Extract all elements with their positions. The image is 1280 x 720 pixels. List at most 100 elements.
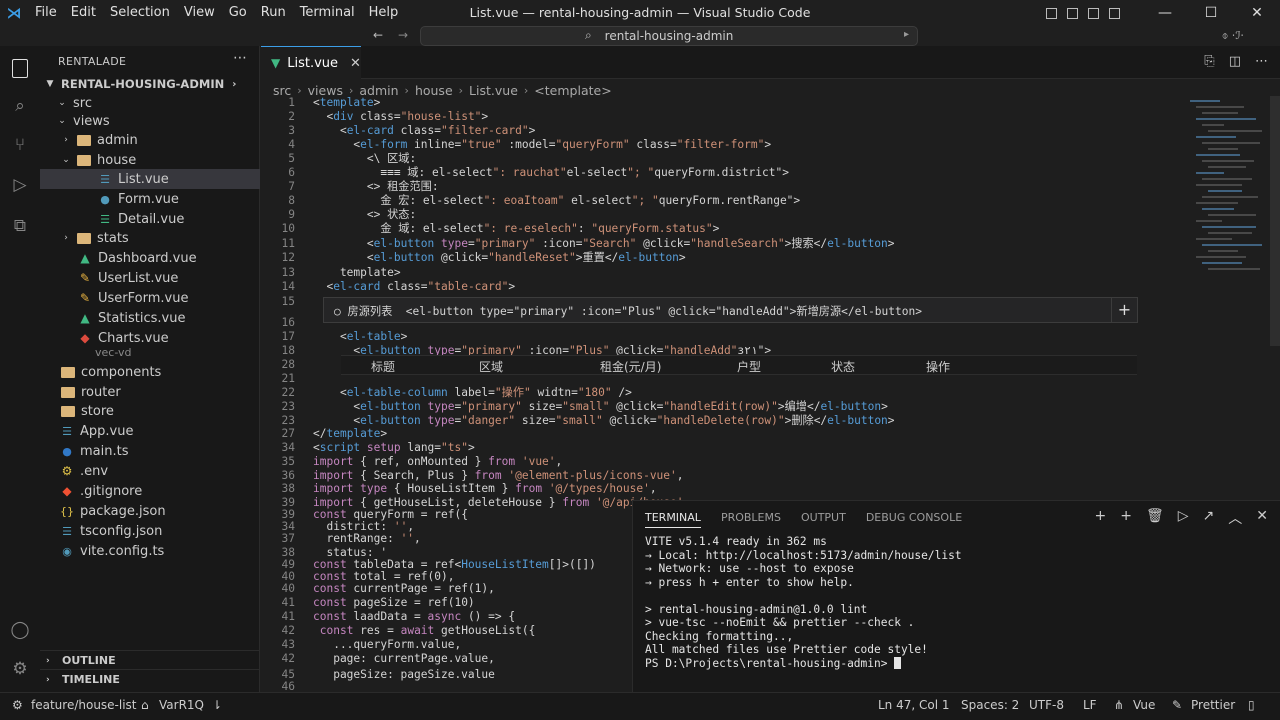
explorer-icon[interactable] [8, 56, 32, 80]
code-line[interactable]: 4 <el-form inline="true" :model="queryFo… [261, 138, 1187, 152]
chevron-up-icon[interactable]: ︿ [1228, 508, 1242, 528]
code-line[interactable]: 5 <\ 区域: [261, 152, 1187, 166]
menu-run[interactable]: Run [254, 0, 293, 26]
tab-debug-console[interactable]: DEBUG CONSOLE [866, 511, 962, 528]
bell-icon[interactable]: ⇂ [212, 698, 222, 712]
search-view-icon[interactable]: ⌕ [8, 94, 32, 118]
tree-folder-house[interactable]: ⌄ house [40, 150, 260, 170]
tree-file-env[interactable]: ⚙ .env [40, 461, 260, 481]
chevron-right-icon[interactable]: ▸ [904, 29, 909, 40]
menu-edit[interactable]: Edit [64, 0, 103, 26]
timeline-section[interactable]: › TIMELINE [40, 669, 260, 689]
command-center-search[interactable]: ⌕ rental-housing-admin ▸ [420, 26, 918, 46]
tree-file-main-ts[interactable]: ● main.ts [40, 441, 260, 461]
code-line[interactable]: 38 import type { HouseListItem } from '@/… [261, 482, 1187, 496]
go-forward-icon[interactable]: → [398, 28, 408, 42]
accounts-copilot-icons[interactable]: ⌽ ⋅ℐ⋅ [1222, 29, 1244, 43]
minimap[interactable] [1188, 96, 1280, 500]
code-line[interactable]: 27 </template> [261, 427, 1187, 441]
editor-scrollbar[interactable] [1270, 96, 1280, 346]
run-icon[interactable]: ▷ [1178, 508, 1189, 528]
tree-file-charts-vue[interactable]: ◆ Charts.vue [40, 328, 260, 348]
code-line[interactable]: 13 template> [261, 266, 1187, 280]
tree-file-package-json[interactable]: {} package.json [40, 501, 260, 521]
code-line[interactable]: 11 <el-button type="primary" :icon="Sear… [261, 237, 1187, 251]
tree-file-userform-vue[interactable]: ✎ UserForm.vue [40, 288, 260, 308]
tree-file-dashboard-vue[interactable]: ▲ Dashboard.vue [40, 248, 260, 268]
run-debug-icon[interactable]: ▷ [8, 173, 32, 197]
encoding-status[interactable]: UTF-8 [1029, 698, 1064, 712]
accounts-icon[interactable]: ◯ [8, 618, 32, 642]
tree-file-form-vue[interactable]: ● Form.vue [40, 189, 260, 209]
toggle-panel-icon[interactable] [1067, 7, 1078, 19]
tree-folder-admin[interactable]: › admin [40, 130, 260, 150]
code-line[interactable]: 2 <div class="house-list"> [261, 110, 1187, 124]
tree-folder-store[interactable]: › store [40, 401, 260, 421]
menu-go[interactable]: Go [222, 0, 254, 26]
new-terminal-icon[interactable]: + [1095, 508, 1107, 528]
tree-file-tsconfig-json[interactable]: ☰ tsconfig.json [40, 521, 260, 541]
split-editor-icon[interactable]: ◫ [1229, 54, 1241, 69]
manage-gear-icon[interactable]: ⚙ [8, 657, 32, 681]
maximize-button[interactable]: ☐ [1188, 0, 1234, 26]
tree-file-statistics-vue[interactable]: ▲ Statistics.vue [40, 308, 260, 328]
toggle-secondary-sidebar-icon[interactable] [1088, 7, 1099, 19]
tree-file-detail-vue[interactable]: ☰ Detail.vue [40, 209, 260, 229]
code-line[interactable]: 3 <el-card class="filter-card"> [261, 124, 1187, 138]
close-tab-icon[interactable]: ✕ [350, 56, 361, 71]
code-line[interactable]: 23 <el-button type="primary" size="small… [261, 400, 1187, 414]
more-actions-icon[interactable]: ⋯ [233, 50, 247, 66]
tree-folder-src[interactable]: ⌄ src [40, 93, 260, 113]
minimize-button[interactable]: — [1142, 0, 1188, 26]
tab-output[interactable]: OUTPUT [801, 511, 846, 528]
code-line[interactable]: 6 ≡≡≡ 域: el-select": rauchat"el-select";… [261, 166, 1187, 180]
tab-problems[interactable]: PROBLEMS [721, 511, 781, 528]
menu-file[interactable]: File [28, 0, 64, 26]
formatter-status[interactable]: Prettier [1191, 698, 1235, 712]
extensions-icon[interactable]: ⧉ [8, 214, 32, 238]
tab-terminal[interactable]: TERMINAL [645, 511, 701, 528]
go-back-icon[interactable]: ← [373, 28, 383, 42]
tree-file-vite-config-ts[interactable]: ◉ vite.config.ts [40, 541, 260, 561]
cursor-position[interactable]: Ln 47, Col 1 [878, 698, 950, 712]
code-line[interactable]: 34 <script setup lang="ts"> [261, 441, 1187, 455]
close-panel-icon[interactable]: ✕ [1256, 508, 1268, 528]
tree-folder-router[interactable]: › router [40, 382, 260, 402]
open-changes-icon[interactable]: ⎘ [1204, 54, 1214, 69]
code-line[interactable]: 22 <el-table-column label="操作" widtn="18… [261, 386, 1187, 400]
customize-layout-icon[interactable] [1109, 7, 1120, 19]
menu-terminal[interactable]: Terminal [293, 0, 362, 26]
tree-file-app-vue[interactable]: ☰ App.vue [40, 421, 260, 441]
close-window-button[interactable]: ✕ [1234, 0, 1280, 26]
tree-folder-components[interactable]: › components [40, 362, 260, 382]
source-control-icon[interactable]: ⑂ [8, 133, 32, 157]
remote-icon[interactable]: ⚙ [12, 698, 23, 712]
code-line[interactable]: 1 <template> [261, 96, 1187, 110]
add-icon[interactable]: + [1111, 298, 1137, 322]
tree-folder-stats[interactable]: › stats [40, 228, 260, 248]
terminal-output[interactable]: VITE v5.1.4 ready in 362 ms → Local: htt… [645, 535, 962, 670]
tab-list-vue[interactable]: ▼ List.vue ✕ [261, 46, 361, 79]
code-line[interactable]: 17 <el-table> [261, 330, 1187, 344]
more-actions-icon[interactable]: ⋯ [1255, 54, 1268, 69]
branch-status[interactable]: feature/house-list [31, 698, 137, 712]
tree-file-list-vue[interactable]: ☰ List.vue [40, 169, 260, 189]
eol-status[interactable]: LF [1083, 698, 1097, 712]
outline-section[interactable]: › OUTLINE [40, 650, 260, 670]
menu-help[interactable]: Help [362, 0, 406, 26]
code-line[interactable]: 9 <> 状态: [261, 208, 1187, 222]
tree-file-gitignore[interactable]: ◆ .gitignore [40, 481, 260, 501]
code-line[interactable]: 14 <el-card class="table-card"> [261, 280, 1187, 294]
code-line[interactable]: 36 import { Search, Plus } from '@element… [261, 469, 1187, 483]
tree-file-userlist-vue[interactable]: ✎ UserList.vue [40, 268, 260, 288]
language-mode[interactable]: Vue [1133, 698, 1155, 712]
notifications-icon[interactable]: ▯ [1248, 698, 1255, 712]
menu-selection[interactable]: Selection [103, 0, 177, 26]
code-line[interactable]: 12 <el-button @click="handleReset">重置</e… [261, 251, 1187, 265]
sync-status[interactable]: VarR1Q [159, 698, 204, 712]
indentation-status[interactable]: Spaces: 2 [961, 698, 1019, 712]
workspace-root[interactable]: ▼ RENTAL-HOUSING-ADMIN › [40, 74, 260, 94]
add-icon[interactable]: + [1120, 508, 1132, 528]
trash-icon[interactable]: 🗑 [1146, 508, 1164, 528]
code-line[interactable]: 23 <el-button type="danger" size="small"… [261, 414, 1187, 428]
